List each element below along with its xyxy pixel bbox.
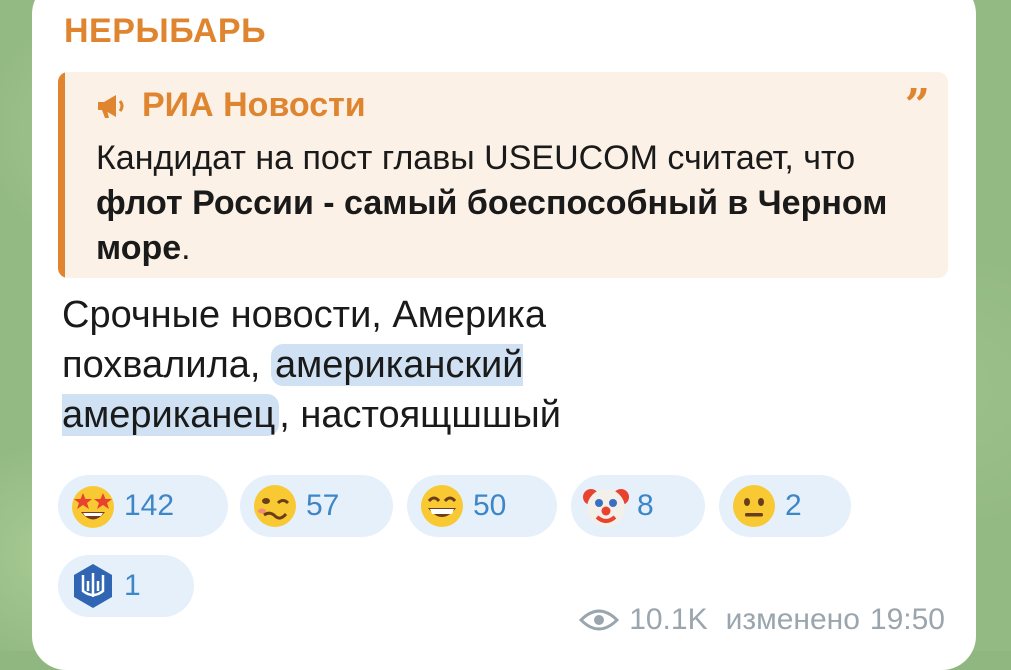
reaction-count: 2: [785, 489, 802, 522]
reaction-count: 50: [473, 489, 507, 522]
message-part-2: настоящшшый: [300, 394, 561, 436]
message-comma-2: ,: [279, 394, 301, 436]
message-comma-1: ,: [249, 344, 272, 386]
grinning-face-emoji-icon: [421, 485, 463, 527]
clown-face-emoji-icon: [583, 489, 629, 527]
reaction-count: 1: [124, 569, 141, 602]
forwarded-quote[interactable]: РИА Новости ” Кандидат на пост главы USE…: [58, 72, 948, 278]
quote-text-bold: флот России - самый боеспособный в Черно…: [96, 184, 888, 267]
edited-label: изменено: [725, 603, 860, 636]
quote-accent-bar: [58, 72, 65, 278]
megaphone-icon: [98, 94, 124, 118]
reaction-grinning[interactable]: 50: [407, 475, 557, 537]
reaction-count: 142: [124, 489, 175, 522]
reaction-clown[interactable]: 8: [571, 475, 705, 537]
quote-text-plain: Кандидат на пост главы USEUCOM считает, …: [96, 139, 856, 177]
quote-text-end: .: [181, 229, 191, 267]
reaction-trident[interactable]: 1: [58, 555, 194, 617]
quote-source-name: РИА Новости: [142, 86, 366, 124]
quote-text: Кандидат на пост главы USEUCOM считает, …: [96, 136, 936, 271]
message-text: Срочные новости, Америка похвалила, амер…: [62, 290, 702, 440]
view-count: 10.1K: [629, 603, 708, 636]
reaction-count: 8: [637, 489, 654, 522]
quote-mark-icon: ”: [904, 80, 930, 131]
reaction-neutral[interactable]: 2: [719, 475, 851, 537]
reaction-star-struck[interactable]: 142: [58, 475, 228, 537]
ukraine-trident-emoji-icon: [74, 564, 112, 608]
quote-header: РИА Новости: [96, 86, 366, 125]
message-meta: 10.1K изменено 19:50: [579, 603, 945, 637]
channel-name[interactable]: НЕРЫБАРЬ: [64, 12, 266, 51]
reaction-woozy[interactable]: 57: [240, 475, 393, 537]
woozy-face-emoji-icon: [254, 485, 296, 527]
message-time: 19:50: [869, 603, 945, 636]
star-struck-emoji-icon: [72, 486, 114, 528]
reaction-count: 57: [306, 489, 340, 522]
eye-icon: [579, 609, 620, 631]
neutral-face-emoji-icon: [733, 485, 775, 527]
